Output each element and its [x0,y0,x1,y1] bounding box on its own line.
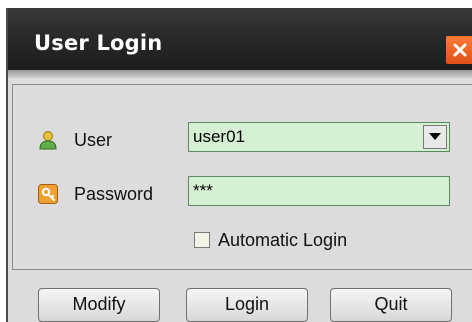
user-icon [39,131,57,150]
login-dialog: User Login User user01 Password *** Auto… [6,8,472,322]
user-select[interactable]: user01 [188,122,450,152]
password-label: Password [74,184,154,204]
auto-login-label[interactable]: Automatic Login [218,230,347,251]
login-button[interactable]: Login [186,288,308,322]
user-dropdown-button[interactable] [423,125,447,149]
close-icon [453,43,467,57]
user-label: User [74,130,113,150]
quit-button[interactable]: Quit [330,288,452,322]
user-select-value: user01 [193,127,245,146]
close-button[interactable] [446,36,472,64]
key-icon [38,184,58,204]
password-value: *** [193,181,213,200]
window-title: User Login [34,31,163,55]
title-bar[interactable]: User Login [8,8,472,70]
screen: User Login User user01 Password *** Auto… [0,0,472,322]
title-separator [8,70,472,78]
password-field[interactable]: *** [188,176,450,206]
auto-login-checkbox[interactable] [194,232,210,248]
modify-button[interactable]: Modify [38,288,160,322]
chevron-down-icon [429,133,441,140]
